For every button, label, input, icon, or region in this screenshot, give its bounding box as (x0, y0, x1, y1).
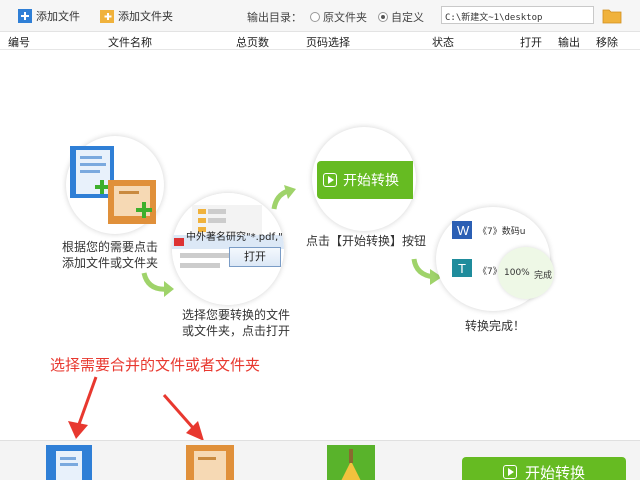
col-status: 状态 (432, 36, 454, 49)
radio-original-dot[interactable] (310, 12, 320, 22)
arrow-step1-icon (141, 272, 174, 297)
dialog-filename: 中外著名研究"*.pdf," (186, 232, 283, 243)
step3-text: 点击【开始转换】按钮 (305, 234, 426, 248)
step2-text: 选择您要转换的文件 或文件夹，点击打开 (181, 308, 290, 338)
add-file-large-icon[interactable] (46, 445, 92, 480)
progress-status: 完成 (534, 271, 553, 281)
output-dir-label: 输出目录： (247, 11, 302, 24)
add-folder-button[interactable]: 添加文件夹 (100, 6, 173, 26)
add-file-label: 添加文件 (36, 10, 80, 23)
col-number: 编号 (8, 36, 30, 49)
col-filename: 文件名称 (108, 36, 152, 49)
red-arrow-left-icon (68, 376, 98, 439)
step2-caption: 选择您要转换的文件 或文件夹，点击打开 (170, 307, 302, 339)
annotation-text: 选择需要合并的文件或者文件夹 (50, 356, 261, 374)
folder-icon (602, 9, 622, 24)
col-pages: 总页数 (236, 36, 269, 49)
col-page-select: 页码选择 (306, 36, 350, 49)
red-arrow-right-icon (162, 394, 204, 441)
add-folder-label: 添加文件夹 (118, 10, 173, 23)
add-folder-large-icon[interactable] (186, 445, 234, 480)
step1-text: 根据您的需要点击 添加文件或文件夹 (61, 240, 158, 270)
dialog-open-button: 打开 (229, 247, 281, 267)
radio-original-folder[interactable]: 原文件夹 (310, 9, 367, 25)
add-file-button[interactable]: 添加文件 (18, 6, 80, 26)
add-folder-icon (100, 9, 114, 23)
clear-list-icon[interactable] (327, 445, 375, 480)
progress-value: 100% (504, 268, 530, 278)
col-open: 打开 (520, 36, 542, 49)
sample-start-button: 开始转换 (317, 161, 413, 199)
start-conversion-label: 开始转换 (524, 463, 585, 480)
step1-circle (66, 136, 164, 234)
col-output: 输出 (558, 36, 580, 49)
start-play-icon (502, 465, 517, 479)
radio-custom[interactable]: 自定义 (378, 9, 424, 25)
toolbar: 添加文件 添加文件夹 输出目录： 原文件夹 自定义 C:\新建文~1\deskt… (0, 0, 640, 32)
step1-caption: 根据您的需要点击 添加文件或文件夹 (50, 239, 170, 271)
add-file-folder-icon (70, 146, 156, 224)
output-path-input[interactable]: C:\新建文~1\desktop (441, 6, 594, 24)
file-list-header: 编号 文件名称 总页数 页码选择 状态 打开 输出 移除 (0, 32, 640, 50)
step4-caption: 转换完成！ (450, 318, 540, 334)
done-item1: 《7》数码u (478, 227, 526, 237)
bottom-bar: 开始转换 (0, 440, 640, 480)
svg-text:W: W (457, 223, 470, 238)
arrow-step2-icon (271, 185, 296, 210)
step3-caption: 点击【开始转换】按钮 (300, 233, 432, 249)
start-conversion-button[interactable]: 开始转换 (462, 457, 626, 480)
radio-original-label: 原文件夹 (323, 11, 367, 24)
radio-custom-label: 自定义 (391, 11, 424, 24)
guide-illustration: 根据您的需要点击 添加文件或文件夹 中外著名研究"*.pdf," 打开 选择您要… (0, 51, 640, 441)
col-remove: 移除 (596, 36, 618, 49)
step4-text: 转换完成！ (464, 319, 525, 333)
sample-start-label: 开始转换 (343, 173, 399, 189)
radio-custom-dot[interactable] (378, 12, 388, 22)
svg-text:T: T (458, 261, 466, 276)
add-file-icon (18, 9, 32, 23)
browse-folder-button[interactable] (602, 6, 622, 24)
play-icon (323, 173, 337, 187)
